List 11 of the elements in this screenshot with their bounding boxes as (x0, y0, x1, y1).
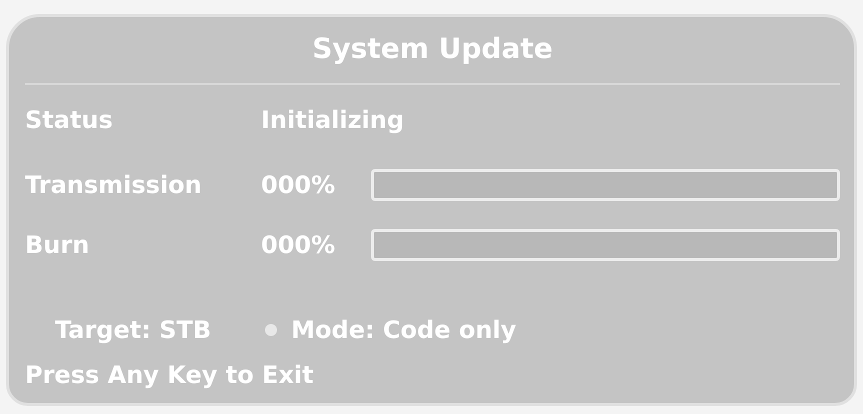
status-label: Status (25, 106, 114, 134)
bullet-icon (265, 324, 278, 336)
mode-text: Mode: Code only (291, 316, 516, 344)
progress-label: Transmission (25, 171, 203, 199)
progress-reading: 000% (261, 231, 336, 259)
window-title: System Update (25, 29, 840, 85)
progress-reading: 000% (261, 171, 336, 199)
target-text: Target: STB (55, 316, 212, 344)
exit-hint: Press Any Key to Exit (25, 361, 315, 389)
progress-label: Burn (25, 231, 90, 259)
status-value: Initializing (261, 106, 406, 134)
